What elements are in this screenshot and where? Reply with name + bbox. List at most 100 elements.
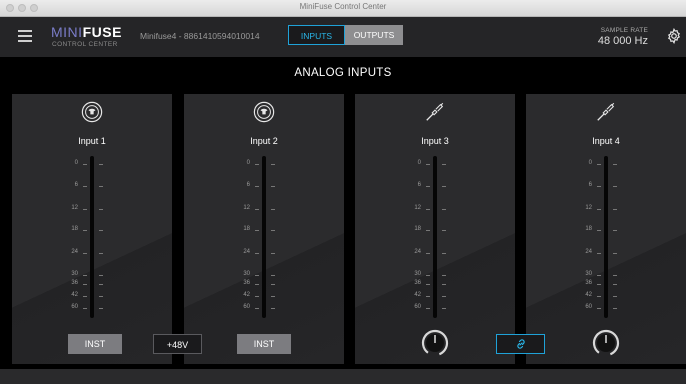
scale-tick: [597, 275, 601, 276]
scale-label: 0: [74, 160, 78, 166]
scale-tick: [83, 308, 87, 309]
scale-tick: [442, 209, 446, 210]
sample-rate-value[interactable]: 48 000 Hz: [598, 35, 648, 47]
app-logo: MINIFUSE: [51, 24, 122, 40]
inst-button-input-1[interactable]: INST: [68, 334, 122, 354]
scale-tick: [271, 275, 275, 276]
scale-tick: [442, 284, 446, 285]
channel-panel-2: Input 2 0 6 12 18 24 30 36 42 60: [184, 94, 344, 364]
gear-icon[interactable]: [666, 28, 682, 44]
scale-tick: [426, 209, 430, 210]
scale-tick: [426, 284, 430, 285]
tab-outputs[interactable]: OUTPUTS: [345, 25, 403, 45]
scale-tick: [597, 296, 601, 297]
scale-tick: [426, 164, 430, 165]
scale-tick: [442, 253, 446, 254]
scale-tick: [83, 209, 87, 210]
section-title: ANALOG INPUTS: [294, 67, 392, 79]
scale-label: 60: [71, 304, 78, 310]
scale-tick: [99, 164, 103, 165]
scale-label: 24: [414, 249, 421, 255]
scale-tick: [597, 253, 601, 254]
scale-tick: [255, 275, 259, 276]
tab-inputs[interactable]: INPUTS: [288, 25, 345, 45]
window-title: MiniFuse Control Center: [299, 2, 387, 11]
hamburger-menu-icon[interactable]: [18, 30, 32, 42]
inst-button-input-2[interactable]: INST: [237, 334, 291, 354]
channel-panel-1: Input 1 0 6 12 18 24 30 36 42 60: [12, 94, 172, 364]
scale-label: 0: [588, 160, 592, 166]
scale-tick: [442, 308, 446, 309]
gain-knob-input-4[interactable]: [591, 328, 621, 358]
scale-tick: [426, 308, 430, 309]
scale-label: 36: [414, 280, 421, 286]
stereo-link-button[interactable]: [496, 334, 545, 354]
scale-label: 42: [585, 292, 592, 298]
scale-tick: [442, 296, 446, 297]
scale-label: 6: [417, 182, 421, 188]
scale-label: 36: [243, 280, 250, 286]
scale-tick: [99, 308, 103, 309]
scale-label: 36: [585, 280, 592, 286]
scale-tick: [426, 186, 430, 187]
scale-tick: [613, 296, 617, 297]
scale-tick: [613, 253, 617, 254]
scale-tick: [99, 296, 103, 297]
gain-knob-input-3[interactable]: [420, 328, 450, 358]
scale-tick: [99, 253, 103, 254]
scale-label: 18: [243, 226, 250, 232]
scale-tick: [597, 230, 601, 231]
scale-tick: [613, 186, 617, 187]
scale-tick: [271, 230, 275, 231]
scale-tick: [442, 164, 446, 165]
scale-tick: [426, 275, 430, 276]
scale-label: 30: [585, 271, 592, 277]
scale-label: 12: [243, 205, 250, 211]
scale-label: 6: [246, 182, 250, 188]
scale-label: 0: [246, 160, 250, 166]
scale-tick: [255, 209, 259, 210]
logo-prefix: MINI: [51, 24, 83, 40]
scale-tick: [271, 186, 275, 187]
scale-tick: [255, 186, 259, 187]
scale-tick: [613, 209, 617, 210]
scale-tick: [442, 230, 446, 231]
scale-tick: [613, 230, 617, 231]
scale-label: 24: [71, 249, 78, 255]
scale-tick: [613, 284, 617, 285]
channel-panel-4: Input 4 0 6 12 18 24 30 36 42 60: [526, 94, 686, 364]
scale-tick: [442, 275, 446, 276]
scale-label: 42: [243, 292, 250, 298]
scale-tick: [271, 296, 275, 297]
app-header: MINIFUSE CONTROL CENTER Minifuse4 - 8861…: [0, 17, 686, 57]
scale-label: 6: [588, 182, 592, 188]
scale-tick: [426, 230, 430, 231]
scale-tick: [426, 253, 430, 254]
scale-tick: [597, 308, 601, 309]
scale-label: 60: [585, 304, 592, 310]
scale-tick: [271, 308, 275, 309]
scale-label: 60: [414, 304, 421, 310]
scale-label: 30: [71, 271, 78, 277]
scale-tick: [83, 253, 87, 254]
scale-tick: [83, 164, 87, 165]
scale-tick: [597, 164, 601, 165]
scale-label: 60: [243, 304, 250, 310]
scale-tick: [271, 209, 275, 210]
scale-tick: [83, 296, 87, 297]
scale-tick: [99, 284, 103, 285]
scale-tick: [255, 253, 259, 254]
channel-panel-3: Input 3 0 6 12 18 24 30 36 42 60: [355, 94, 515, 364]
meter-scale: 0 6 12 18 24 30 36 42 60: [355, 94, 515, 364]
phantom-power-button[interactable]: +48V: [153, 334, 202, 354]
scale-label: 36: [71, 280, 78, 286]
scale-label: 42: [414, 292, 421, 298]
scale-tick: [83, 284, 87, 285]
scale-tick: [99, 230, 103, 231]
scale-tick: [99, 186, 103, 187]
meter-scale: 0 6 12 18 24 30 36 42 60: [526, 94, 686, 364]
scale-tick: [597, 186, 601, 187]
scale-label: 12: [71, 205, 78, 211]
scale-tick: [271, 284, 275, 285]
scale-label: 30: [414, 271, 421, 277]
